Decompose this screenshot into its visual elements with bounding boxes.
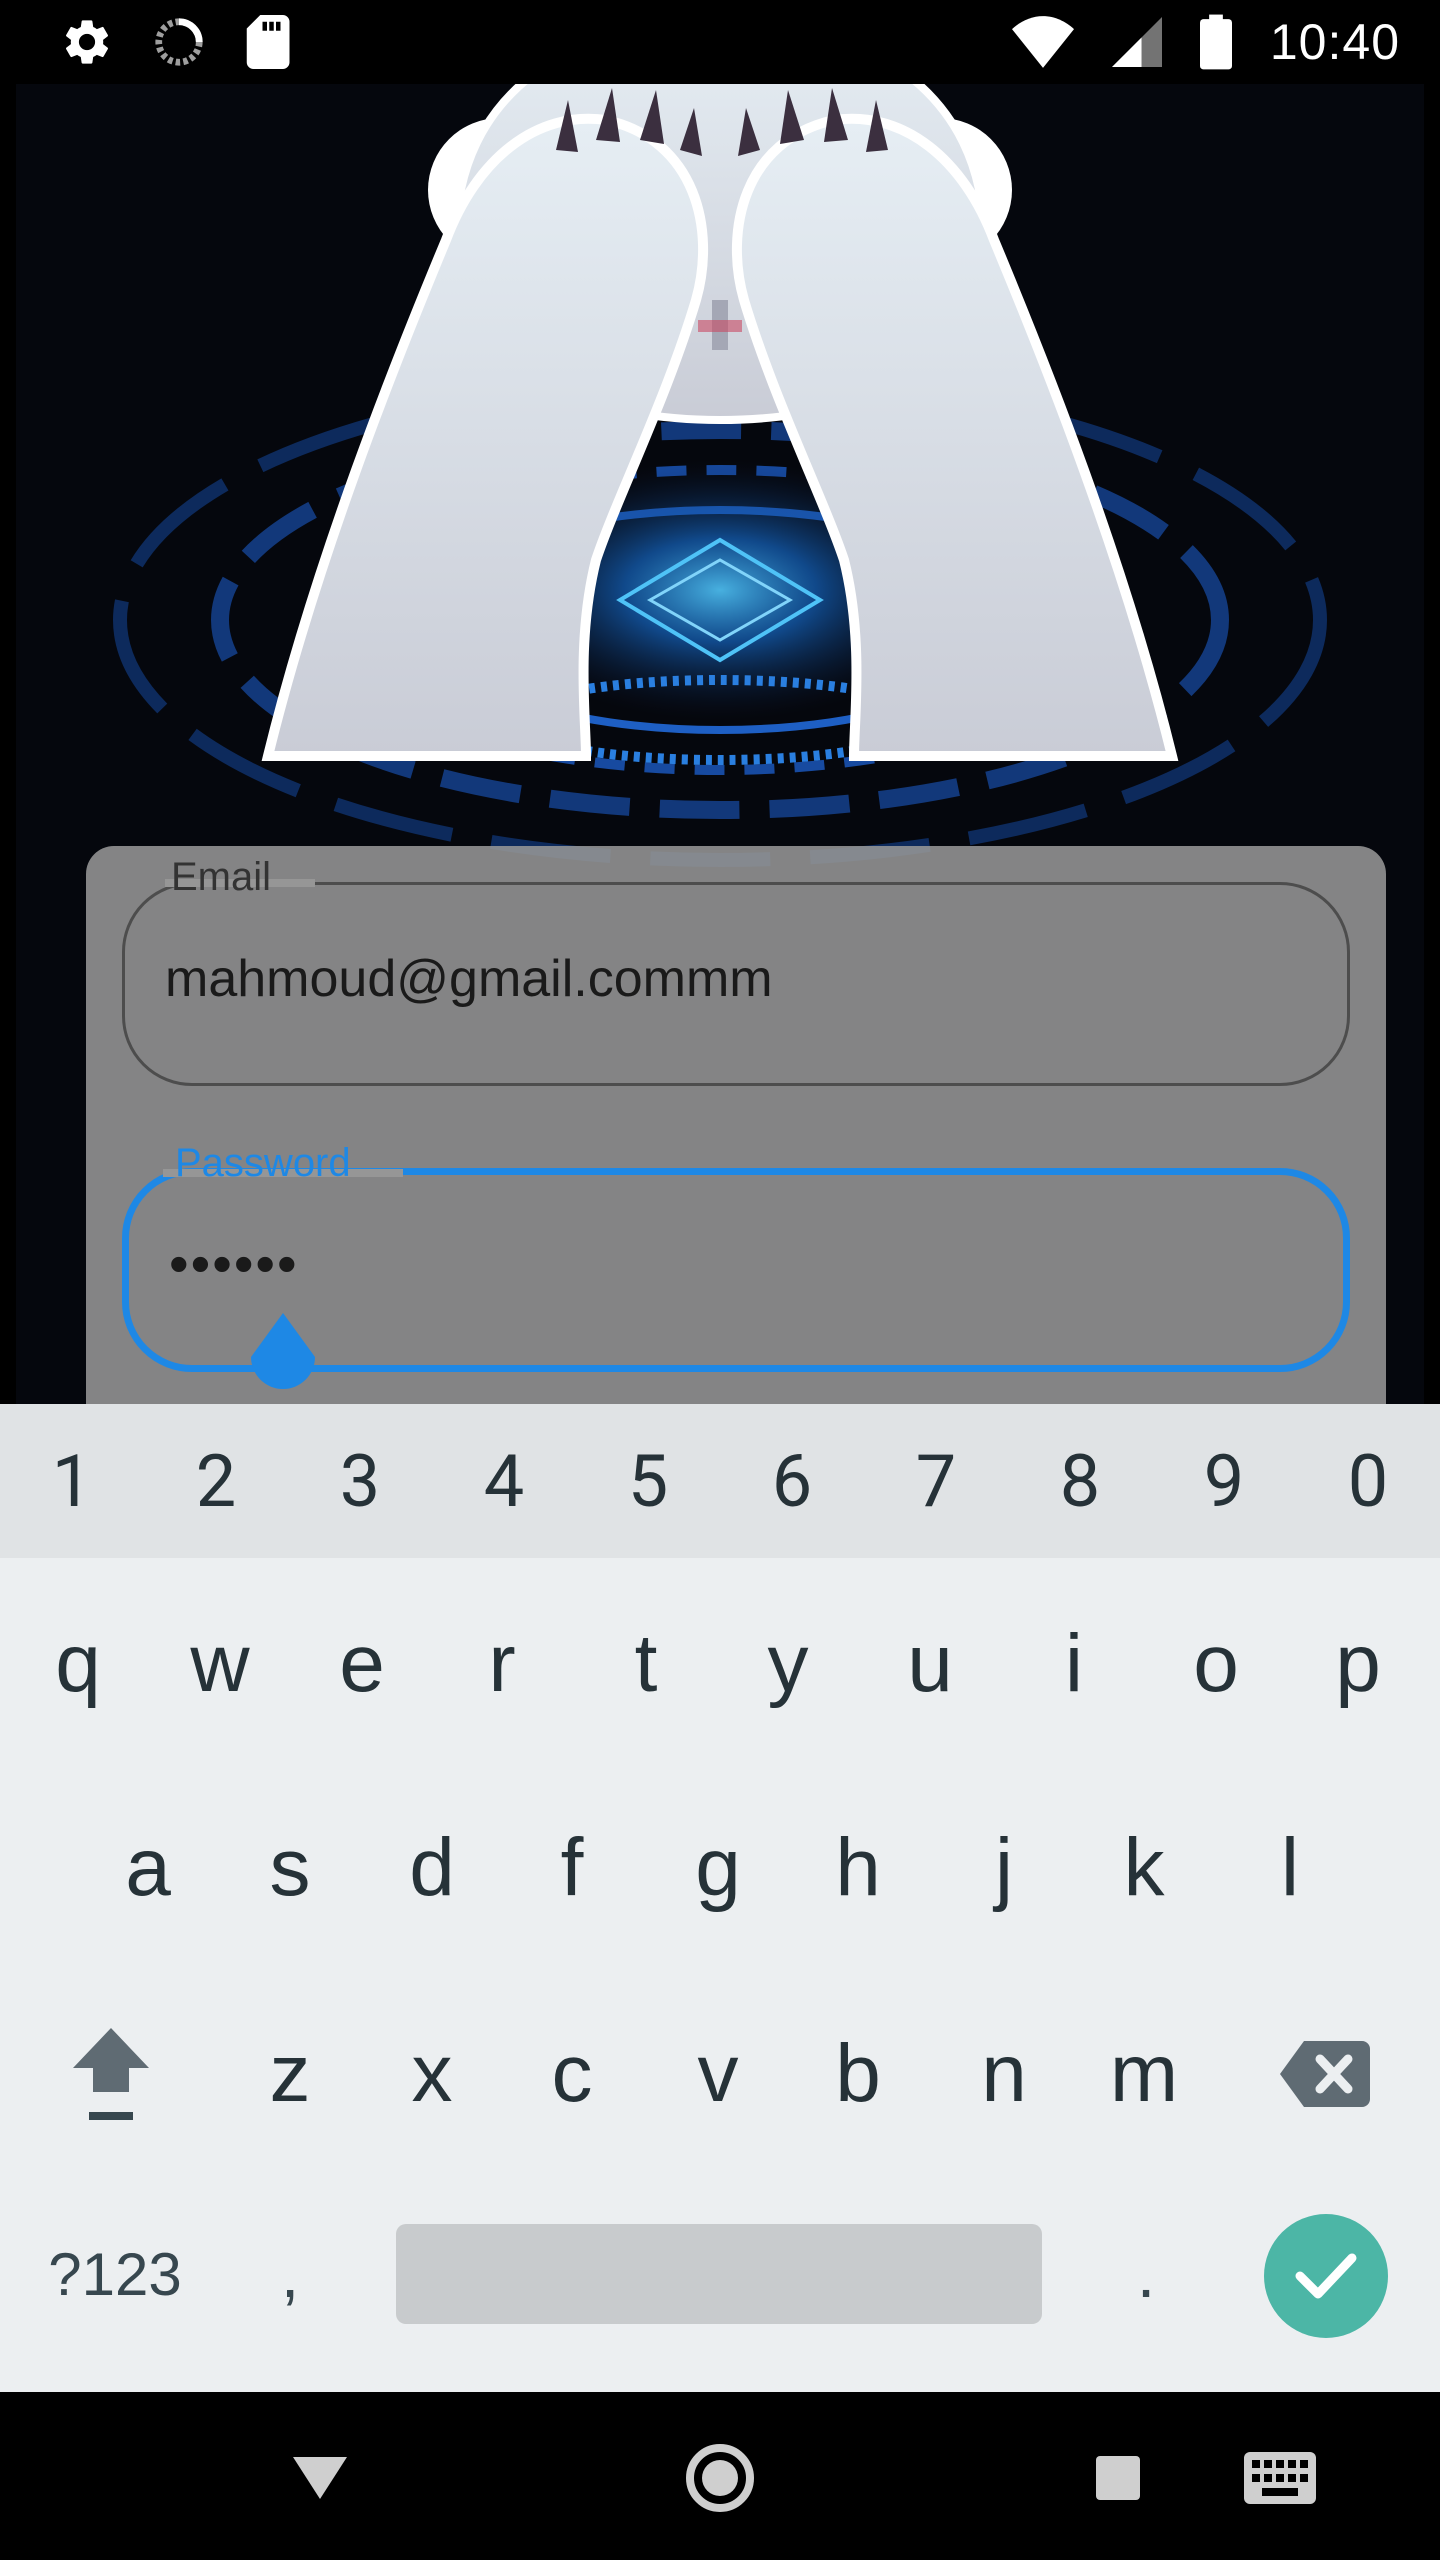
key-f[interactable]: f — [502, 1788, 642, 1948]
key-2[interactable]: 2 — [144, 1404, 288, 1558]
back-icon — [293, 2457, 347, 2499]
sd-card-icon — [244, 15, 290, 69]
password-field[interactable]: Password •••••• — [122, 1141, 1350, 1389]
key-8[interactable]: 8 — [1008, 1404, 1152, 1558]
keyboard-switch-icon — [1244, 2452, 1316, 2504]
key-7[interactable]: 7 — [864, 1404, 1008, 1558]
key-i[interactable]: i — [1004, 1584, 1144, 1744]
key-l[interactable]: l — [1220, 1788, 1360, 1948]
key-g[interactable]: g — [648, 1788, 788, 1948]
home-button[interactable] — [670, 2428, 770, 2528]
key-5[interactable]: 5 — [576, 1404, 720, 1558]
soft-keyboard: 1 2 3 4 5 6 7 8 9 0 q w e r t y u i o p … — [0, 1404, 1440, 2392]
key-j[interactable]: j — [934, 1788, 1074, 1948]
email-value[interactable]: mahmoud@gmail.commm — [165, 949, 773, 1009]
settings-icon — [60, 15, 114, 69]
key-h[interactable]: h — [788, 1788, 928, 1948]
key-s[interactable]: s — [220, 1788, 360, 1948]
backspace-key[interactable] — [1260, 1994, 1390, 2154]
key-x[interactable]: x — [362, 1994, 502, 2154]
status-right-icons: 10:40 — [1011, 13, 1400, 71]
symbols-key[interactable]: ?123 — [20, 2184, 210, 2364]
shift-icon — [73, 2028, 149, 2120]
shift-key[interactable] — [46, 1994, 176, 2154]
back-button[interactable] — [270, 2428, 370, 2528]
key-1[interactable]: 1 — [0, 1404, 144, 1558]
home-icon — [686, 2444, 754, 2512]
keyboard-switch-button[interactable] — [1230, 2428, 1330, 2528]
text-cursor-handle[interactable] — [243, 1313, 323, 1393]
status-time: 10:40 — [1269, 14, 1400, 70]
hero-illustration — [113, 15, 1327, 867]
loading-icon — [152, 15, 206, 69]
recents-button[interactable] — [1068, 2428, 1168, 2528]
email-field[interactable]: Email mahmoud@gmail.commm — [122, 855, 1350, 1086]
key-d[interactable]: d — [362, 1788, 502, 1948]
login-card: Email mahmoud@gmail.commm Password •••••… — [86, 846, 1386, 1404]
space-bar[interactable] — [396, 2224, 1042, 2324]
bear-covering-eyes — [261, 15, 1179, 761]
key-6[interactable]: 6 — [720, 1404, 864, 1558]
password-value[interactable]: •••••• — [169, 1231, 299, 1296]
key-4[interactable]: 4 — [432, 1404, 576, 1558]
key-y[interactable]: y — [718, 1584, 858, 1744]
backspace-icon — [1280, 2041, 1370, 2107]
key-e[interactable]: e — [292, 1584, 432, 1744]
check-icon — [1295, 2253, 1357, 2299]
key-o[interactable]: o — [1146, 1584, 1286, 1744]
key-m[interactable]: m — [1074, 1994, 1214, 2154]
key-p[interactable]: p — [1288, 1584, 1428, 1744]
key-u[interactable]: u — [860, 1584, 1000, 1744]
key-b[interactable]: b — [788, 1994, 928, 2154]
status-bar: 10:40 — [0, 0, 1440, 84]
key-k[interactable]: k — [1074, 1788, 1214, 1948]
key-a[interactable]: a — [78, 1788, 218, 1948]
done-key[interactable] — [1264, 2214, 1388, 2338]
number-row: 1 2 3 4 5 6 7 8 9 0 — [0, 1404, 1440, 1558]
wifi-icon — [1011, 15, 1074, 69]
signal-icon — [1111, 15, 1162, 69]
key-3[interactable]: 3 — [288, 1404, 432, 1558]
login-screen: Email mahmoud@gmail.commm Password •••••… — [16, 0, 1424, 1404]
screen: 10:40 Email mahmoud@gmail.commm Password… — [0, 0, 1440, 2560]
key-q[interactable]: q — [8, 1584, 148, 1744]
key-n[interactable]: n — [934, 1994, 1074, 2154]
navigation-bar — [0, 2392, 1440, 2560]
email-label: Email — [171, 855, 272, 899]
key-0[interactable]: 0 — [1296, 1404, 1440, 1558]
key-9[interactable]: 9 — [1152, 1404, 1296, 1558]
comma-key[interactable]: , — [230, 2184, 350, 2364]
status-left-icons — [60, 15, 290, 69]
key-c[interactable]: c — [502, 1994, 642, 2154]
password-label: Password — [175, 1141, 351, 1185]
key-w[interactable]: w — [150, 1584, 290, 1744]
key-r[interactable]: r — [432, 1584, 572, 1744]
key-t[interactable]: t — [576, 1584, 716, 1744]
key-v[interactable]: v — [648, 1994, 788, 2154]
recents-icon — [1096, 2456, 1140, 2500]
period-key[interactable]: . — [1086, 2184, 1206, 2364]
key-z[interactable]: z — [220, 1994, 360, 2154]
battery-icon — [1199, 14, 1232, 70]
